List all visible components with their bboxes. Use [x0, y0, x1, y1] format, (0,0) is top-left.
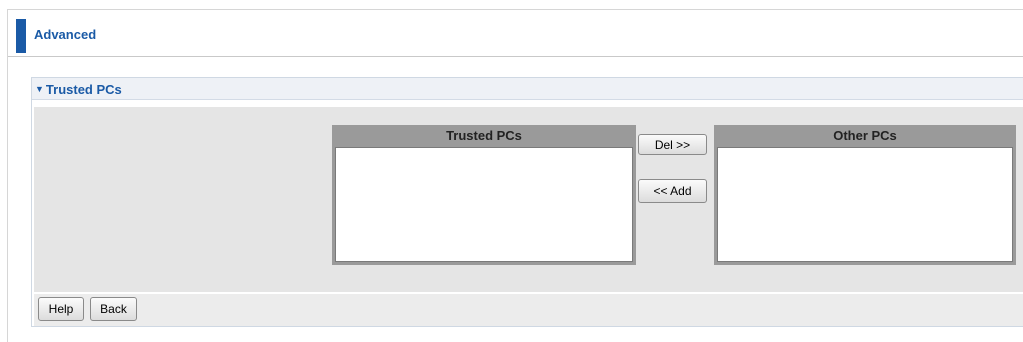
add-button[interactable]: << Add	[638, 179, 707, 203]
other-pcs-list[interactable]	[717, 147, 1013, 262]
header-divider	[8, 56, 1023, 57]
help-button[interactable]: Help	[38, 297, 84, 321]
section-title-label: Trusted PCs	[45, 82, 122, 97]
other-pcs-list-header: Other PCs	[833, 128, 897, 143]
section-title[interactable]: ▼ Trusted PCs	[35, 82, 122, 97]
triangle-down-icon: ▼	[35, 84, 44, 94]
trusted-pcs-section: ▼ Trusted PCs Trusted PCs Del >> << Add O…	[31, 77, 1023, 327]
other-pcs-listbox: Other PCs	[714, 125, 1016, 265]
section-header[interactable]: ▼ Trusted PCs	[32, 78, 1023, 100]
back-button[interactable]: Back	[90, 297, 137, 321]
trusted-pcs-list[interactable]	[335, 147, 633, 262]
trusted-pcs-listbox: Trusted PCs	[332, 125, 636, 265]
header-accent-bar	[16, 19, 26, 53]
trusted-pcs-list-header: Trusted PCs	[446, 128, 522, 143]
footer-bar: Help Back	[34, 294, 1023, 326]
del-button[interactable]: Del >>	[638, 134, 707, 155]
page-title: Advanced	[34, 27, 97, 42]
